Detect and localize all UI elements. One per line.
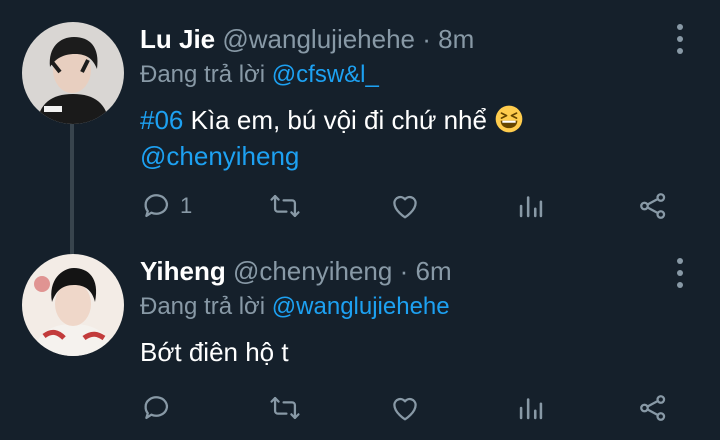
share-icon <box>636 189 670 223</box>
profile-photo-lu-jie <box>22 22 124 124</box>
tweet-text: Bớt điên hộ t <box>140 337 289 367</box>
tweet[interactable]: Lu Jie @wanglujiehehe · 8m Đang trả lời … <box>0 0 720 254</box>
tweet-header: Lu Jie @wanglujiehehe · 8m <box>140 22 660 56</box>
replying-prefix: Đang trả lời <box>140 293 266 320</box>
like-button[interactable] <box>388 388 422 428</box>
reply-button[interactable]: 1 <box>140 186 192 226</box>
tweet-text-body: Kìa em, bú vội đi chứ nhể <box>183 105 495 135</box>
retweet-button[interactable] <box>268 388 302 428</box>
replying-to: Đang trả lời @cfsw&l_ <box>140 58 660 92</box>
analytics-icon <box>514 189 548 223</box>
tweet-actions <box>140 388 690 428</box>
replying-to-link[interactable]: @wanglujiehehe <box>272 293 450 320</box>
display-name[interactable]: Yiheng <box>140 256 226 286</box>
display-name[interactable]: Lu Jie <box>140 24 215 54</box>
more-options-icon[interactable] <box>670 24 690 54</box>
user-handle[interactable]: @chenyiheng <box>233 256 392 286</box>
like-button[interactable] <box>388 186 422 226</box>
avatar[interactable] <box>22 254 124 356</box>
retweet-icon <box>268 391 302 425</box>
replying-to: Đang trả lời @wanglujiehehe <box>140 290 660 324</box>
like-icon <box>388 189 422 223</box>
more-options-icon[interactable] <box>670 258 690 288</box>
reply-icon <box>140 189 174 223</box>
share-button[interactable] <box>636 186 670 226</box>
profile-photo-yiheng <box>22 254 124 356</box>
retweet-button[interactable] <box>268 186 302 226</box>
tweet-actions: 1 <box>140 186 690 226</box>
user-handle[interactable]: @wanglujiehehe <box>222 24 415 54</box>
replying-prefix: Đang trả lời <box>140 61 266 88</box>
reply-icon <box>140 391 174 425</box>
tweet-content: Yiheng @chenyiheng · 6m Đang trả lời @wa… <box>140 254 660 370</box>
retweet-icon <box>268 189 302 223</box>
grinning-squinting-face-emoji <box>495 105 523 133</box>
mention-link[interactable]: @chenyiheng <box>140 141 299 171</box>
like-icon <box>388 391 422 425</box>
tweet-time[interactable]: 6m <box>415 256 451 286</box>
tweet-text: #06 Kìa em, bú vội đi chứ nhể @chenyihen… <box>140 102 660 174</box>
tweet-header: Yiheng @chenyiheng · 6m <box>140 254 660 288</box>
share-button[interactable] <box>636 388 670 428</box>
separator-dot: · <box>399 256 409 286</box>
hashtag-link[interactable]: #06 <box>140 105 183 135</box>
analytics-icon <box>514 391 548 425</box>
reply-count: 1 <box>180 193 193 218</box>
avatar[interactable] <box>22 22 124 124</box>
share-icon <box>636 391 670 425</box>
replying-to-link[interactable]: @cfsw&l_ <box>272 61 379 88</box>
analytics-button[interactable] <box>514 388 548 428</box>
tweet[interactable]: Yiheng @chenyiheng · 6m Đang trả lời @wa… <box>0 246 720 440</box>
thread-connector <box>70 124 74 254</box>
separator-dot: · <box>422 24 431 54</box>
analytics-button[interactable] <box>514 186 548 226</box>
tweet-content: Lu Jie @wanglujiehehe · 8m Đang trả lời … <box>140 22 660 174</box>
tweet-time[interactable]: 8m <box>438 24 474 54</box>
reply-button[interactable] <box>140 388 180 428</box>
